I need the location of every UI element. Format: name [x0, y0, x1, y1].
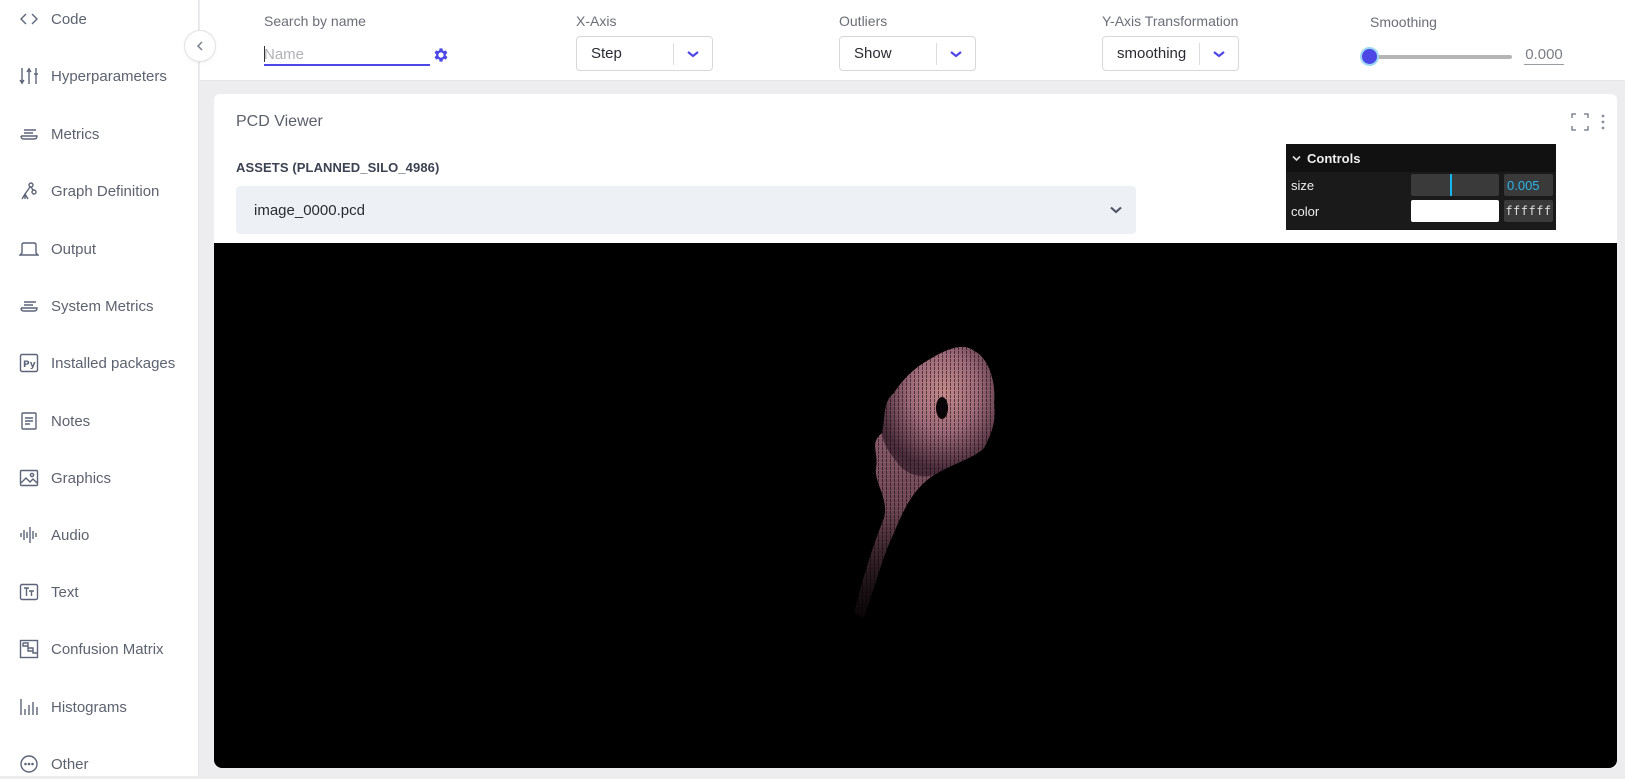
sidebar-item-label: Audio [51, 526, 90, 544]
color-hex-input[interactable]: ffffff [1504, 200, 1553, 222]
chevron-down-icon [1200, 49, 1238, 59]
sidebar-item-label: Text [51, 583, 79, 601]
smoothing-slider-thumb[interactable] [1362, 49, 1377, 64]
gear-icon[interactable] [432, 46, 450, 64]
output-icon [18, 238, 40, 260]
sidebar-item-confusion-matrix[interactable]: Confusion Matrix [18, 634, 164, 664]
sliders-icon [18, 65, 40, 87]
chevron-down-icon [674, 49, 712, 59]
controls-title: Controls [1307, 150, 1361, 166]
sidebar-item-label: Other [51, 755, 89, 773]
control-row-size: size 0.005 [1286, 172, 1556, 198]
control-row-color: color ffffff [1286, 198, 1556, 224]
sidebar-item-label: Metrics [51, 125, 100, 143]
color-swatch[interactable] [1411, 200, 1499, 222]
asset-select[interactable]: image_0000.pcd [236, 186, 1136, 234]
sidebar-item-label: Output [51, 240, 97, 258]
controls-toggle[interactable]: Controls [1286, 144, 1556, 172]
sidebar-item-notes[interactable]: Notes [18, 406, 90, 436]
color-label: color [1291, 203, 1320, 219]
outliers-value: Show [854, 45, 892, 62]
more-circle-icon [18, 753, 40, 775]
size-label: size [1291, 177, 1315, 193]
sidebar-item-label: Notes [51, 412, 91, 430]
sidebar: Code Hyperparameters Metrics Graph Defin… [0, 0, 199, 776]
sidebar-item-code[interactable]: Code [18, 4, 87, 34]
confusion-matrix-icon [18, 638, 40, 660]
size-slider-marker[interactable] [1449, 174, 1452, 196]
chevron-down-icon [937, 49, 975, 59]
x-axis-value: Step [591, 45, 622, 62]
sidebar-item-installed-packages[interactable]: Py Installed packages [18, 348, 175, 378]
sidebar-item-other[interactable]: Other [18, 749, 89, 779]
x-axis-label: X-Axis [576, 13, 617, 29]
system-metrics-icon [18, 295, 40, 317]
audio-icon [18, 524, 40, 546]
code-icon [18, 8, 40, 30]
y-axis-transformation-label: Y-Axis Transformation [1102, 13, 1239, 29]
sidebar-item-text[interactable]: Text [18, 577, 79, 607]
sidebar-item-label: System Metrics [51, 297, 154, 315]
sidebar-item-audio[interactable]: Audio [18, 520, 89, 550]
hand-point-cloud [854, 347, 995, 618]
sidebar-item-system-metrics[interactable]: System Metrics [18, 291, 154, 321]
sidebar-item-output[interactable]: Output [18, 234, 96, 264]
outliers-label: Outliers [839, 13, 888, 29]
chevron-left-icon [196, 41, 203, 51]
asset-select-value: image_0000.pcd [254, 201, 365, 219]
filter-bar: Search by name X-Axis Step Outliers Show… [200, 0, 1625, 81]
sidebar-collapse-button[interactable] [184, 30, 216, 62]
assets-label: ASSETS (PLANNED_SILO_4986) [236, 160, 440, 175]
x-axis-select[interactable]: Step [576, 36, 713, 71]
size-value-input[interactable]: 0.005 [1504, 174, 1553, 196]
sidebar-item-label: Confusion Matrix [51, 640, 164, 658]
text-caret [264, 46, 265, 62]
image-icon [18, 467, 40, 489]
panel-title: PCD Viewer [236, 113, 323, 130]
chevron-down-icon [1096, 206, 1136, 214]
python-icon: Py [18, 352, 40, 374]
sidebar-item-label: Code [51, 10, 87, 28]
sidebar-item-label: Graph Definition [51, 182, 160, 200]
search-label: Search by name [264, 13, 366, 29]
sidebar-item-label: Graphics [51, 469, 112, 487]
histogram-icon [18, 696, 40, 718]
search-field[interactable] [264, 44, 430, 66]
smoothing-label: Smoothing [1370, 14, 1437, 30]
fullscreen-icon[interactable] [1571, 113, 1589, 131]
sidebar-item-label: Hyperparameters [51, 67, 167, 85]
sidebar-item-hyperparameters[interactable]: Hyperparameters [18, 61, 167, 91]
graph-icon [18, 180, 40, 202]
text-icon [18, 581, 40, 603]
pcd-viewer-panel: PCD Viewer ASSETS (PLANNED_SILO_4986) im… [214, 94, 1617, 768]
size-slider[interactable] [1411, 174, 1499, 196]
more-vertical-icon[interactable] [1599, 113, 1607, 131]
sidebar-item-graph-definition[interactable]: Graph Definition [18, 176, 159, 206]
sidebar-item-metrics[interactable]: Metrics [18, 119, 99, 149]
sidebar-item-label: Installed packages [51, 354, 176, 372]
smoothing-value-input[interactable]: 0.000 [1524, 46, 1564, 65]
sidebar-item-graphics[interactable]: Graphics [18, 463, 111, 493]
point-cloud-canvas[interactable] [214, 243, 1617, 768]
controls-panel: Controls size 0.005 color ffffff [1286, 144, 1556, 230]
chevron-down-icon [1292, 155, 1301, 161]
y-axis-transformation-value: smoothing [1117, 45, 1187, 62]
notes-icon [18, 410, 40, 432]
sidebar-item-histograms[interactable]: Histograms [18, 692, 127, 722]
search-input[interactable] [264, 44, 430, 64]
metrics-icon [18, 123, 40, 145]
svg-text:Py: Py [23, 360, 36, 370]
smoothing-slider-track[interactable] [1370, 55, 1512, 59]
y-axis-transformation-select[interactable]: smoothing [1102, 36, 1239, 71]
sidebar-item-label: Histograms [51, 698, 127, 716]
outliers-select[interactable]: Show [839, 36, 976, 71]
point-cloud-render [854, 347, 995, 618]
